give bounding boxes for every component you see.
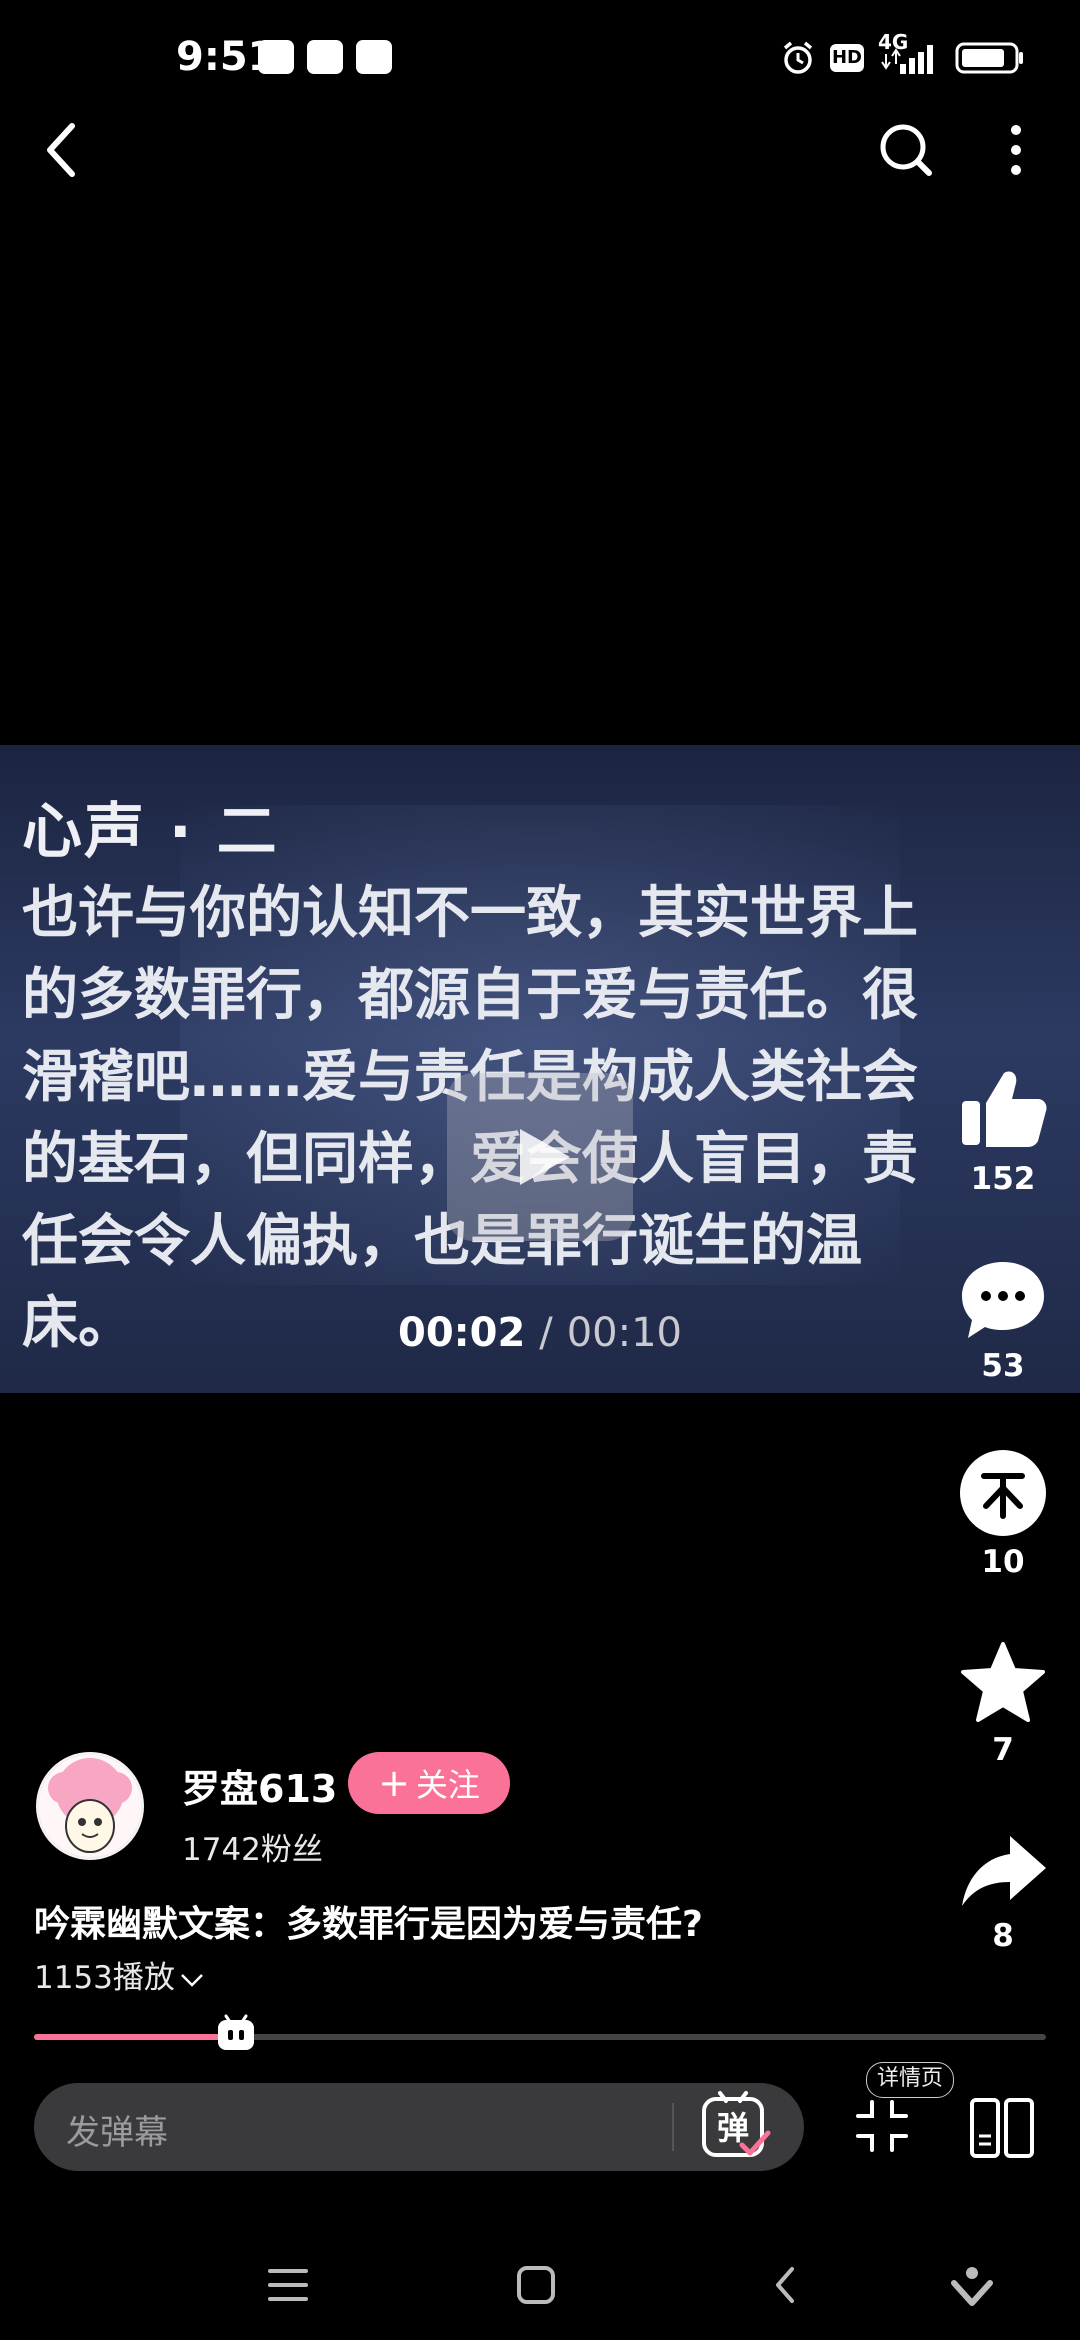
play-count-label: 1153播放 (34, 1960, 175, 1996)
favorite-count: 7 (992, 1732, 1014, 1768)
back-triangle-icon (776, 2267, 794, 2303)
comment-icon (962, 1262, 1044, 1338)
current-time: 00:02 (398, 1310, 526, 1356)
more-button[interactable] (976, 110, 1056, 190)
assistant-nav-button[interactable] (942, 2255, 1002, 2315)
notification-icon (258, 40, 294, 74)
hd-icon: HD (830, 44, 864, 72)
avatar-image (37, 1753, 143, 1859)
play-icon (520, 1129, 570, 1185)
home-nav-button[interactable] (506, 2255, 566, 2315)
alarm-icon (783, 41, 813, 74)
exit-fullscreen-button[interactable] (852, 2096, 912, 2156)
notification-icon (356, 40, 392, 74)
status-bar: 9:51 HD 4G (0, 0, 1080, 120)
coin-icon (960, 1450, 1046, 1536)
play-count[interactable]: 1153播放 (34, 1952, 205, 1997)
play-button[interactable] (447, 1073, 633, 1241)
comment-button[interactable]: 53 (948, 1258, 1058, 1384)
follow-button[interactable]: + 关注 (348, 1752, 510, 1814)
chevron-down-icon (181, 1973, 203, 1987)
home-square-icon (517, 2266, 555, 2304)
star-icon (961, 1642, 1045, 1722)
danmaku-input[interactable]: 发弹幕 弹 (34, 2083, 804, 2171)
menu-icon (268, 2269, 308, 2301)
danmaku-placeholder: 发弹幕 (66, 2113, 168, 2153)
video-title[interactable]: 吟霖幽默文案：多数罪行是因为爱与责任? (34, 1895, 703, 1947)
uploader-name[interactable]: 罗盘613 (182, 1758, 337, 1813)
share-button[interactable]: 8 (948, 1832, 1058, 1954)
chevron-left-icon (47, 123, 75, 177)
share-icon (962, 1836, 1046, 1906)
share-count: 8 (992, 1918, 1014, 1954)
battery-icon (955, 42, 1023, 74)
fans-count: 1742粉丝 (182, 1832, 323, 1868)
shrink-icon (856, 2100, 908, 2152)
total-time: 00:10 (566, 1310, 682, 1356)
like-count: 152 (970, 1161, 1036, 1197)
video-player[interactable]: 心声 · 二 也许与你的认知不一致，其实世界上 的多数罪行，都源自于爱与责任。很… (0, 745, 1080, 1393)
timecode: 00:02 / 00:10 (0, 1310, 1080, 1356)
plus-icon: + (378, 1761, 410, 1805)
progress-fill (34, 2034, 237, 2040)
search-button[interactable] (866, 110, 946, 190)
menu-nav-button[interactable] (258, 2255, 318, 2315)
notification-icon (307, 40, 343, 74)
comment-count: 53 (981, 1348, 1025, 1384)
video-frame-title: 心声 · 二 (22, 797, 279, 867)
like-button[interactable]: 152 (948, 1065, 1058, 1197)
detail-page-icon (970, 2098, 1034, 2158)
divider (672, 2103, 674, 2151)
video-frame-line: 也许与你的认知不一致，其实世界上 (22, 881, 918, 946)
coin-count: 10 (981, 1544, 1025, 1580)
favorite-button[interactable]: 7 (948, 1640, 1058, 1768)
progress-bar[interactable] (34, 2014, 1046, 2050)
signal-icon (881, 45, 933, 74)
back-button[interactable] (22, 110, 102, 190)
progress-thumb-icon[interactable] (214, 2014, 258, 2054)
danmaku-toggle-icon[interactable]: 弹 (698, 2089, 774, 2165)
time-separator: / (539, 1310, 553, 1356)
video-frame-line: 的多数罪行，都源自于爱与责任。很 (22, 963, 918, 1028)
assistant-icon (951, 2267, 993, 2306)
system-navigation (0, 2230, 1080, 2340)
danmaku-toggle-label: 弹 (717, 2109, 749, 2147)
follow-label: 关注 (415, 1766, 480, 1804)
avatar[interactable] (36, 1752, 144, 1860)
detail-page-label: 详情页 (866, 2062, 955, 2098)
search-icon (880, 124, 932, 176)
thumbs-up-icon (962, 1071, 1047, 1147)
detail-page-button[interactable] (968, 2096, 1036, 2160)
back-nav-button[interactable] (756, 2255, 816, 2315)
coin-button[interactable]: 10 (948, 1448, 1058, 1580)
more-vertical-icon (1011, 125, 1021, 175)
